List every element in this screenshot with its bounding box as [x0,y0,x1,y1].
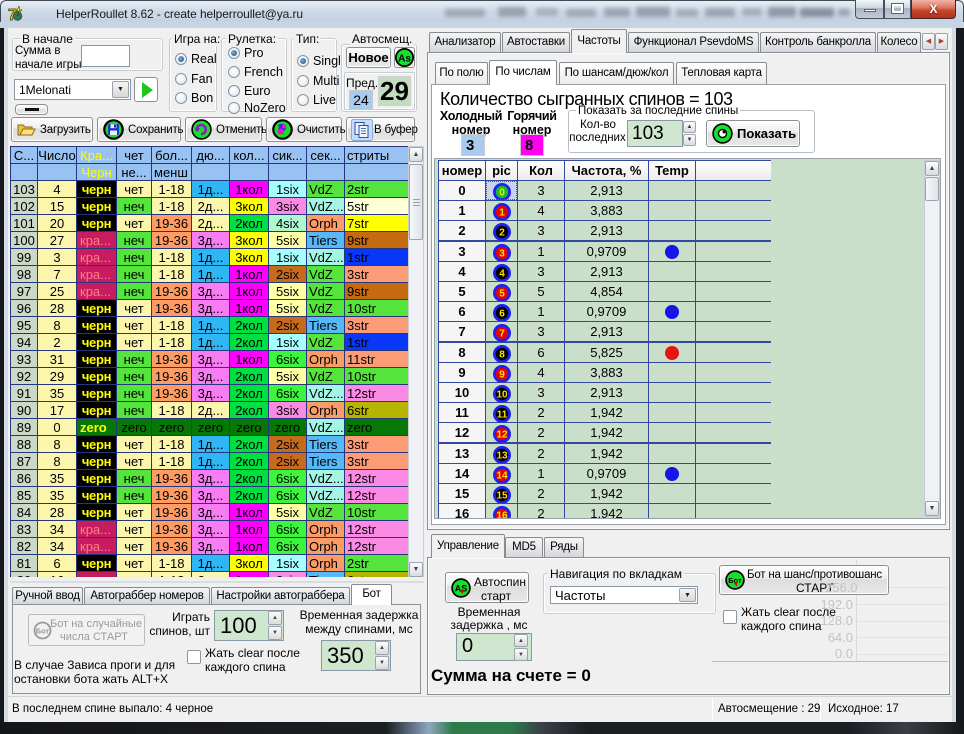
svg-text:8: 8 [499,350,505,361]
svg-text:Бот: Бот [36,627,50,636]
svg-text:6: 6 [499,309,505,320]
svg-text:As: As [398,53,411,64]
svg-text:16: 16 [496,511,508,518]
svg-text:10: 10 [496,390,508,401]
svg-text:AS: AS [455,584,468,594]
svg-text:3: 3 [499,249,505,260]
svg-text:9: 9 [499,370,505,381]
svg-text:0: 0 [499,188,505,199]
svg-text:14: 14 [496,471,508,482]
svg-text:1: 1 [499,208,505,219]
svg-text:2: 2 [499,228,505,239]
svg-text:12: 12 [496,430,508,441]
svg-text:5: 5 [499,289,505,300]
svg-text:15: 15 [496,491,508,502]
svg-text:13: 13 [496,451,508,462]
svg-text:4: 4 [499,269,505,280]
svg-text:7: 7 [499,329,505,340]
svg-text:11: 11 [496,410,507,421]
